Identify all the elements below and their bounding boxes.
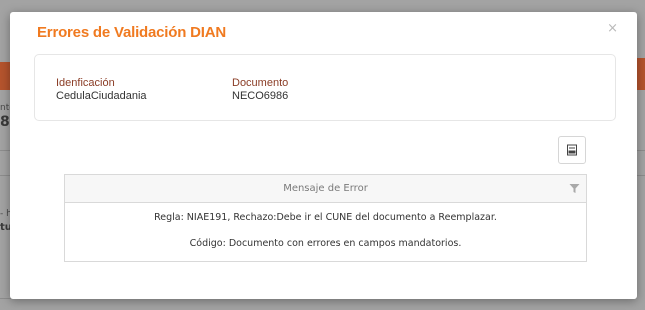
error-message-line: Código: Documento con errores en campos … [189, 238, 462, 249]
column-header-error-message: Mensaje de Error [283, 183, 368, 194]
close-button[interactable]: × [607, 21, 618, 36]
filter-icon[interactable] [569, 183, 580, 194]
error-message-line: Regla: NIAE191, Rechazo:Debe ir el CUNE … [154, 212, 497, 223]
validation-errors-modal: Errores de Validación DIAN × Idenficació… [10, 12, 637, 299]
document-field: Documento NECO6986 [232, 77, 288, 103]
identification-value: CedulaCiudadania [56, 90, 147, 102]
grid-header: Mensaje de Error [65, 175, 586, 203]
grid-body: Regla: NIAE191, Rechazo:Debe ir el CUNE … [65, 203, 586, 250]
identification-field: Idenficación CedulaCiudadania [56, 77, 147, 103]
export-file-icon [567, 144, 577, 156]
export-button[interactable] [558, 136, 586, 164]
identification-label: Idenficación [56, 77, 115, 89]
modal-title: Errores de Validación DIAN [37, 24, 227, 41]
document-value: NECO6986 [232, 90, 289, 102]
document-label: Documento [232, 77, 289, 89]
error-messages-grid: Mensaje de Error Regla: NIAE191, Rechazo… [64, 174, 587, 262]
document-info-card: Idenficación CedulaCiudadania Documento … [34, 54, 616, 121]
